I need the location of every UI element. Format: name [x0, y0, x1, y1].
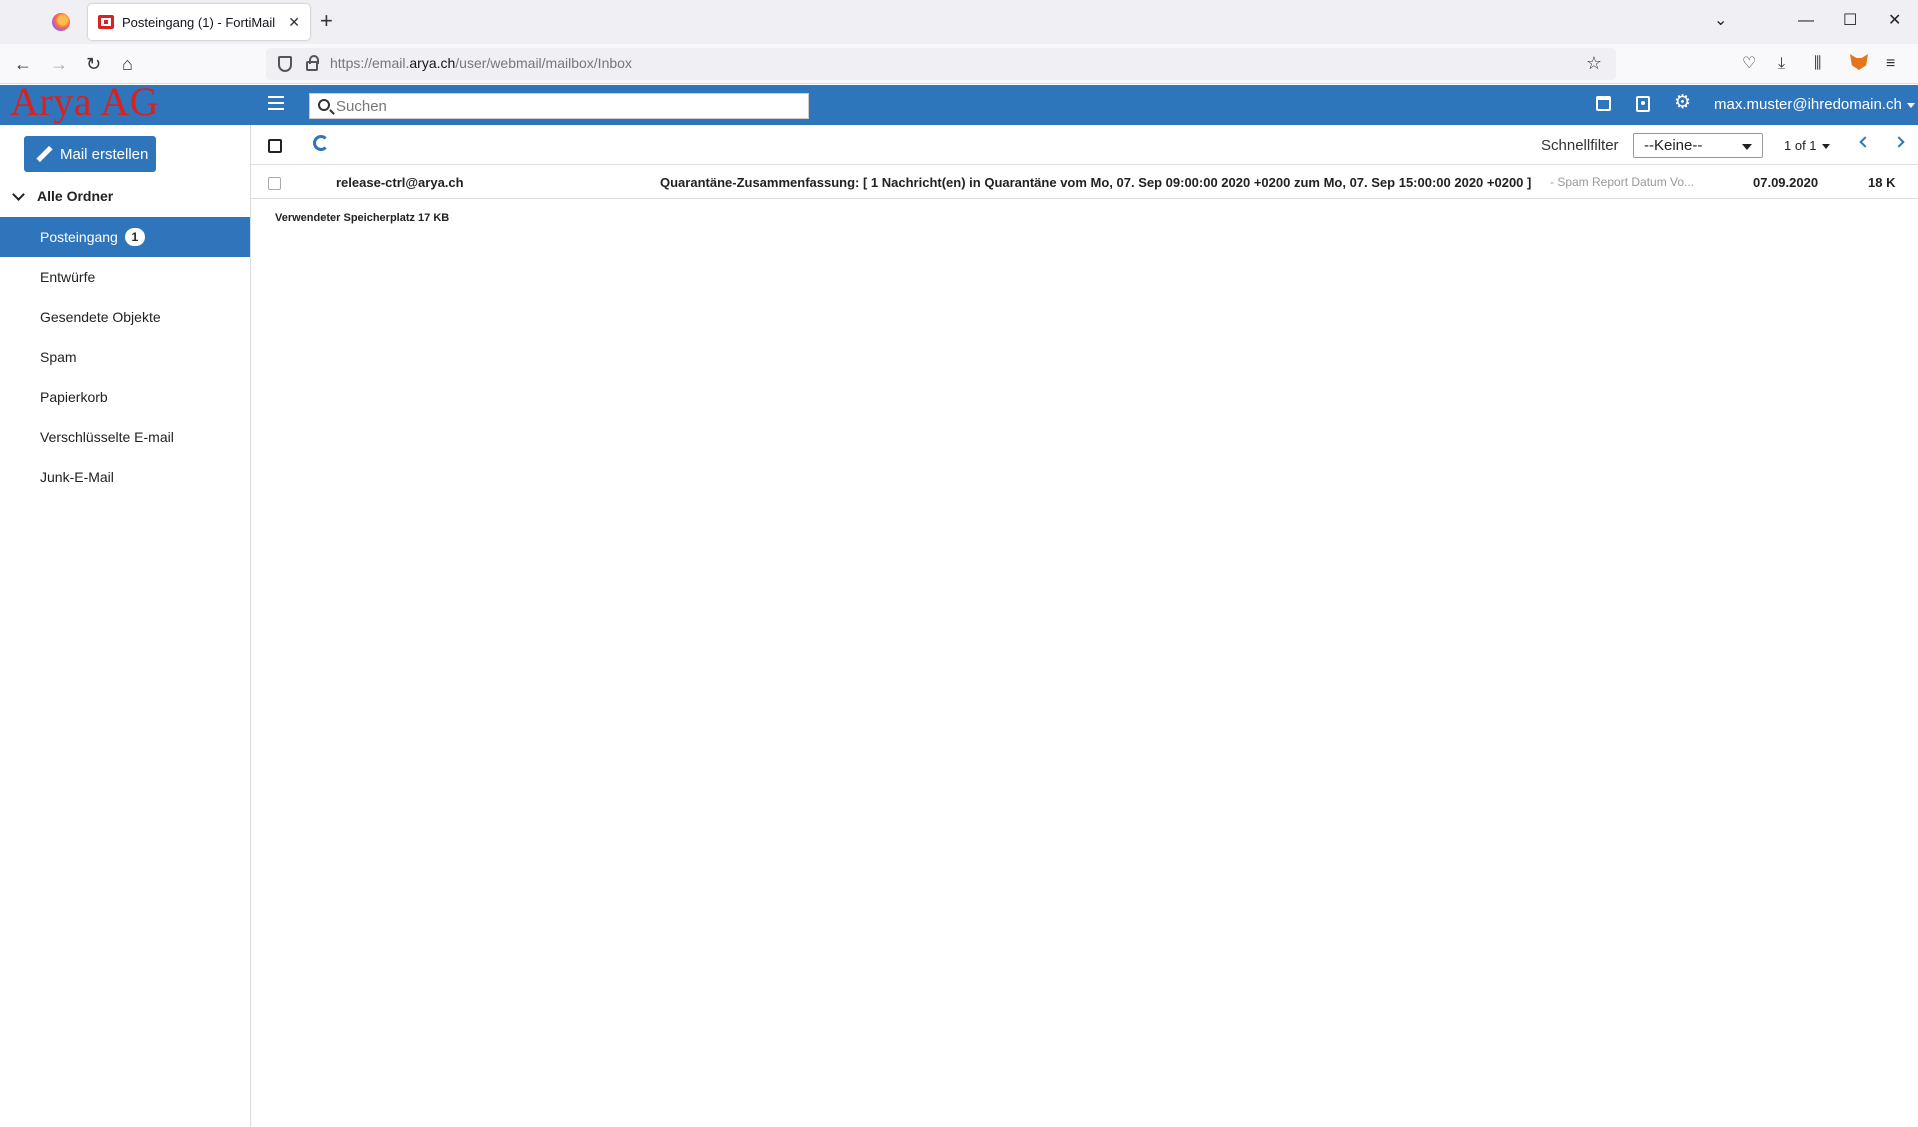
fortimail-favicon-icon — [98, 15, 114, 29]
folder-encrypted[interactable]: Verschlüsselte E-mail — [0, 417, 250, 457]
all-folders-toggle[interactable]: Alle Ordner — [12, 187, 114, 204]
next-page-icon[interactable] — [1893, 136, 1905, 148]
message-preview: - Spam Report Datum Vo... — [1550, 175, 1695, 189]
new-tab-icon[interactable]: + — [320, 9, 333, 33]
message-row[interactable]: release-ctrl@arya.ch Quarantäne-Zusammen… — [251, 165, 1918, 199]
compose-button[interactable]: Mail erstellen — [24, 136, 156, 172]
folder-sent[interactable]: Gesendete Objekte — [0, 297, 250, 337]
brand-logo: Arya AG — [10, 79, 160, 124]
folder-label: Entwürfe — [40, 269, 96, 285]
quickfilter-value: --Keine-- — [1644, 137, 1703, 154]
reload-icon[interactable]: ↻ — [86, 53, 101, 75]
mailbox-toolbar: Schnellfilter --Keine-- 1 of 1 — [251, 125, 1918, 165]
message-from: release-ctrl@arya.ch — [336, 175, 464, 190]
minimize-icon[interactable]: — — [1798, 10, 1814, 32]
firefox-icon[interactable] — [52, 13, 70, 31]
url-prefix: https://email. — [330, 55, 410, 71]
menu-toggle-icon[interactable] — [268, 96, 284, 110]
caret-down-icon — [1906, 102, 1915, 108]
folder-inbox[interactable]: Posteingang 1 — [0, 217, 250, 257]
folder-label: Junk-E-Mail — [40, 469, 114, 485]
close-window-icon[interactable]: ✕ — [1888, 10, 1901, 32]
pager-text: 1 of 1 — [1784, 138, 1817, 153]
url-bar[interactable]: https://email.arya.ch/user/webmail/mailb… — [266, 48, 1616, 80]
folder-spam[interactable]: Spam — [0, 337, 250, 377]
tab-list-chevron-down-icon[interactable]: ⌄ — [1714, 10, 1727, 32]
folder-trash[interactable]: Papierkorb — [0, 377, 250, 417]
browser-tab[interactable]: Posteingang (1) - FortiMail ✕ — [88, 4, 310, 40]
refresh-icon[interactable] — [313, 135, 329, 151]
mailbox-main: Schnellfilter --Keine-- 1 of 1 release-c… — [251, 125, 1918, 1127]
message-date: 07.09.2020 — [1753, 175, 1819, 190]
forward-icon[interactable]: → — [50, 53, 68, 75]
message-subject: Quarantäne-Zusammenfassung: [ 1 Nachrich… — [660, 175, 1532, 190]
caret-down-icon — [1742, 144, 1752, 150]
app-header — [0, 85, 1918, 125]
folder-label: Papierkorb — [40, 389, 108, 405]
storage-usage: Verwendeter Speicherplatz 17 KB — [275, 212, 450, 224]
url-text[interactable]: https://email.arya.ch/user/webmail/mailb… — [330, 55, 632, 71]
app-menu-icon[interactable]: ≡ — [1886, 53, 1895, 75]
folder-label: Verschlüsselte E-mail — [40, 429, 174, 445]
browser-navbar: ← → ↻ ⌂ https://email.arya.ch/user/webma… — [0, 44, 1918, 84]
sidebar: Mail erstellen Alle Ordner Posteingang 1… — [0, 125, 251, 1127]
home-icon[interactable]: ⌂ — [122, 53, 133, 75]
downloads-icon[interactable]: ⤓ — [1778, 53, 1785, 75]
pencil-icon — [36, 146, 52, 162]
user-email: max.muster@ihredomain.ch — [1714, 96, 1902, 113]
folder-drafts[interactable]: Entwürfe — [0, 257, 250, 297]
tab-close-icon[interactable]: ✕ — [288, 14, 300, 31]
calendar-icon[interactable] — [1596, 96, 1611, 111]
user-menu[interactable]: max.muster@ihredomain.ch — [1714, 96, 1915, 113]
url-domain: arya.ch — [409, 55, 456, 71]
folder-junk[interactable]: Junk-E-Mail — [0, 457, 250, 497]
unread-badge: 1 — [124, 228, 145, 246]
pocket-icon[interactable]: ♡ — [1742, 53, 1756, 75]
folder-label: Spam — [40, 349, 77, 365]
maximize-icon[interactable]: ☐ — [1843, 10, 1857, 32]
message-checkbox[interactable] — [268, 177, 281, 190]
library-icon[interactable]: ⫼ — [1814, 53, 1821, 75]
all-folders-label: Alle Ordner — [37, 188, 114, 204]
compose-label: Mail erstellen — [60, 145, 149, 163]
pager-dropdown[interactable]: 1 of 1 — [1784, 138, 1830, 153]
contacts-icon[interactable] — [1636, 96, 1650, 112]
caret-down-icon — [1821, 144, 1830, 150]
back-icon[interactable]: ← — [14, 53, 32, 75]
bookmark-star-icon[interactable]: ☆ — [1586, 53, 1602, 74]
browser-tabbar: Posteingang (1) - FortiMail ✕ + ⌄ — ☐ ✕ — [0, 0, 1918, 44]
tracking-shield-icon[interactable] — [278, 56, 292, 72]
select-all-checkbox[interactable] — [268, 139, 282, 153]
message-size: 18 K — [1868, 175, 1896, 190]
quickfilter-label: Schnellfilter — [1541, 137, 1619, 154]
quickfilter-select[interactable]: --Keine-- — [1633, 133, 1763, 158]
folder-label: Gesendete Objekte — [40, 309, 161, 325]
gear-icon[interactable]: ⚙ — [1674, 93, 1691, 112]
search-box[interactable] — [309, 93, 809, 119]
tab-title: Posteingang (1) - FortiMail — [122, 14, 276, 30]
chevron-down-icon — [12, 187, 25, 201]
search-input[interactable] — [336, 96, 796, 116]
lock-icon[interactable] — [306, 55, 319, 71]
prev-page-icon[interactable] — [1859, 136, 1871, 148]
folder-label: Posteingang — [40, 229, 118, 245]
search-icon — [318, 99, 330, 111]
url-path: /user/webmail/mailbox/Inbox — [455, 55, 632, 71]
